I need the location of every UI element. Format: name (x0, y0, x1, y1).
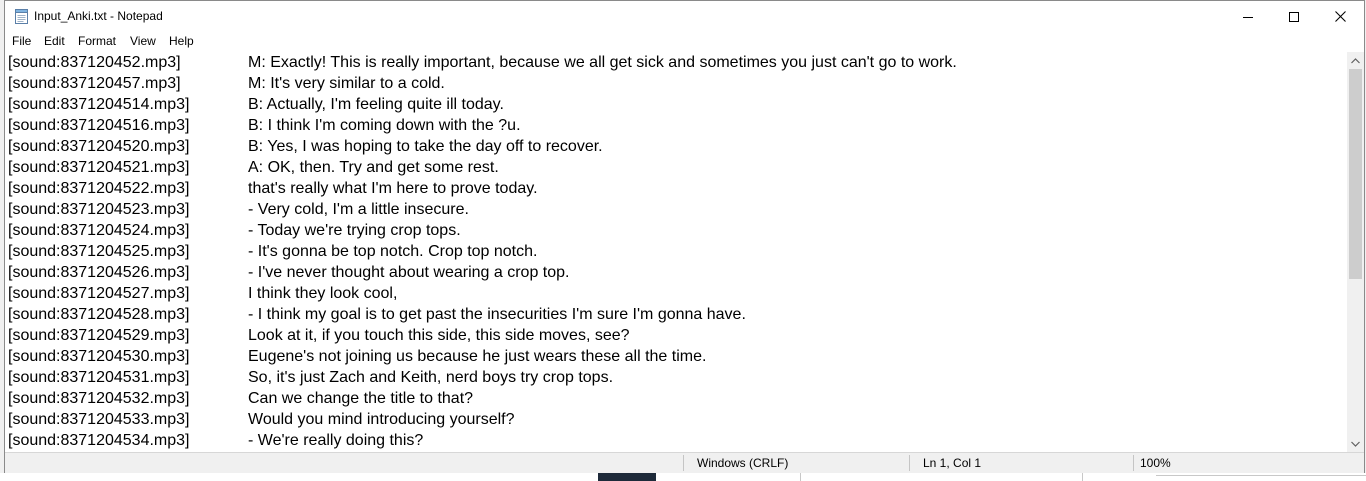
menu-bar: File Edit Format View Help (5, 31, 1364, 51)
status-cursor-position: Ln 1, Col 1 (923, 456, 982, 470)
scrollbar-thumb[interactable] (1349, 69, 1362, 279)
scroll-up-arrow-icon[interactable] (1347, 52, 1364, 69)
line-text: Eugene's not joining us because he just … (248, 348, 707, 365)
minimize-icon (1243, 7, 1253, 26)
close-icon (1334, 7, 1346, 26)
sound-tag: [sound:8371204528.mp3] (8, 306, 190, 323)
sound-tag: [sound:8371204531.mp3] (8, 369, 190, 386)
status-divider (683, 455, 684, 471)
title-bar[interactable]: Input_Anki.txt - Notepad (5, 1, 1364, 31)
sound-tag: [sound:8371204514.mp3] (8, 96, 190, 113)
line-text: - I think my goal is to get past the ins… (248, 306, 746, 323)
line-text: - It's gonna be top notch. Crop top notc… (248, 243, 538, 260)
sound-tag: [sound:837120452.mp3] (8, 54, 181, 71)
sound-tag: [sound:8371204527.mp3] (8, 285, 190, 302)
menu-format[interactable]: Format (78, 34, 116, 48)
line-text: M: It's very similar to a cold. (248, 75, 445, 92)
sound-tag: [sound:8371204523.mp3] (8, 201, 190, 218)
line-text: Can we change the title to that? (248, 390, 474, 407)
line-text: Would you mind introducing yourself? (248, 411, 515, 428)
desktop-divider (1156, 475, 1366, 476)
maximize-icon (1289, 7, 1299, 26)
menu-help[interactable]: Help (169, 34, 194, 48)
line-text: - Very cold, I'm a little insecure. (248, 201, 469, 218)
line-text: - We're really doing this? (248, 432, 424, 449)
scroll-down-arrow-icon[interactable] (1347, 435, 1364, 452)
sound-tag: [sound:8371204530.mp3] (8, 348, 190, 365)
desktop-divider (1082, 473, 1083, 481)
desktop-background (0, 473, 1366, 481)
sound-tag: [sound:8371204521.mp3] (8, 159, 190, 176)
line-text: A: OK, then. Try and get some rest. (248, 159, 499, 176)
line-text: B: Yes, I was hoping to take the day off… (248, 138, 603, 155)
sound-tag: [sound:8371204516.mp3] (8, 117, 190, 134)
menu-view[interactable]: View (130, 34, 156, 48)
line-text: So, it's just Zach and Keith, nerd boys … (248, 369, 614, 386)
sound-tag: [sound:8371204532.mp3] (8, 390, 190, 407)
window-title: Input_Anki.txt - Notepad (34, 9, 163, 23)
sound-tag: [sound:8371204524.mp3] (8, 222, 190, 239)
line-text: Look at it, if you touch this side, this… (248, 327, 630, 344)
desktop-taskbar-fragment (598, 473, 656, 481)
line-text: M: Exactly! This is really important, be… (248, 54, 957, 71)
menu-file[interactable]: File (12, 34, 31, 48)
notepad-icon (15, 9, 28, 24)
close-button[interactable] (1317, 1, 1363, 31)
line-text: B: I think I'm coming down with the ?u. (248, 117, 521, 134)
maximize-button[interactable] (1271, 1, 1317, 31)
desktop-divider (800, 473, 801, 481)
status-zoom: 100% (1140, 456, 1171, 470)
sound-tag: [sound:8371204522.mp3] (8, 180, 190, 197)
minimize-button[interactable] (1225, 1, 1271, 31)
vertical-scrollbar[interactable] (1347, 52, 1364, 452)
menu-edit[interactable]: Edit (44, 34, 65, 48)
line-text: that's really what I'm here to prove tod… (248, 180, 538, 197)
sound-tag: [sound:8371204529.mp3] (8, 327, 190, 344)
line-text: - I've never thought about wearing a cro… (248, 264, 570, 281)
sound-tag: [sound:8371204520.mp3] (8, 138, 190, 155)
sound-tag: [sound:8371204533.mp3] (8, 411, 190, 428)
sound-tag: [sound:8371204526.mp3] (8, 264, 190, 281)
sound-tag: [sound:837120457.mp3] (8, 75, 181, 92)
sound-tag: [sound:8371204534.mp3] (8, 432, 190, 449)
status-divider (1133, 455, 1134, 471)
sound-tag: [sound:8371204525.mp3] (8, 243, 190, 260)
line-text: I think they look cool, (248, 285, 398, 302)
status-bar: Windows (CRLF) Ln 1, Col 1 100% (5, 452, 1364, 473)
line-text: B: Actually, I'm feeling quite ill today… (248, 96, 504, 113)
status-divider (909, 455, 910, 471)
line-text: - Today we're trying crop tops. (248, 222, 461, 239)
notepad-window: Input_Anki.txt - Notepad File Edit Forma… (4, 0, 1365, 473)
status-line-ending: Windows (CRLF) (697, 456, 789, 470)
text-editor-area[interactable]: [sound:837120452.mp3] M: Exactly! This is… (5, 52, 1346, 452)
